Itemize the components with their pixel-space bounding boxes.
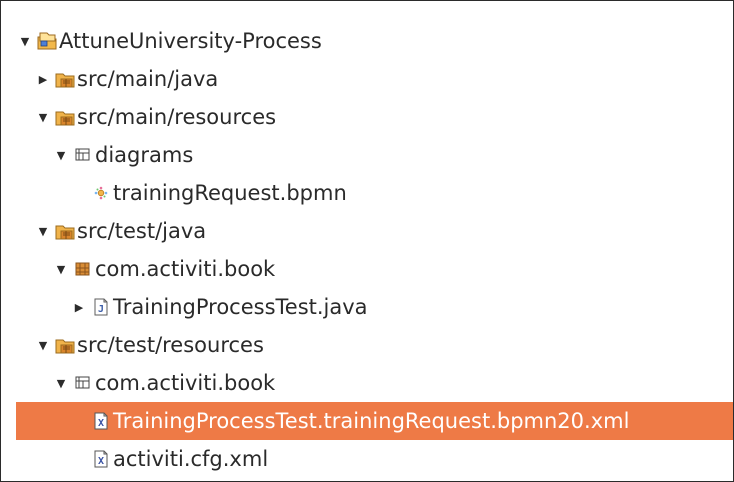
bpmn-file-icon [91,183,111,203]
tree-item-src-test-resources[interactable]: ▼ src/test/resources [1,326,733,364]
expand-toggle-icon[interactable]: ▼ [37,111,49,124]
tree-item-label: src/main/resources [77,104,277,129]
tree-item-training-process-test-java[interactable]: ▶ J TrainingProcessTest.java [1,288,733,326]
expand-toggle-icon[interactable]: ▼ [37,225,49,238]
tree-item-label: TrainingProcessTest.java [113,294,368,319]
expand-toggle-icon[interactable]: ▼ [37,339,49,352]
tree-item-label: com.activiti.book [95,256,276,281]
expand-toggle-icon[interactable]: ▼ [55,149,67,162]
source-folder-icon [55,221,75,241]
tree-item-label: com.activiti.book [95,370,276,395]
tree-item-label: src/test/resources [77,332,264,357]
tree-item-src-main-java[interactable]: ▶ src/main/java [1,60,733,98]
tree-item-src-main-resources[interactable]: ▼ src/main/resources [1,98,733,136]
tree-item-diagrams[interactable]: ▼ diagrams [1,136,733,174]
tree-item-training-process-test-xml[interactable]: X TrainingProcessTest.trainingRequest.bp… [16,402,733,440]
tree-item-label: trainingRequest.bpmn [113,180,347,205]
collapse-toggle-icon[interactable]: ▶ [73,301,85,314]
source-folder-icon [55,69,75,89]
source-folder-icon [55,107,75,127]
tree-item-label: src/test/java [77,218,207,243]
source-folder-icon [55,335,75,355]
tree-item-src-test-java[interactable]: ▼ src/test/java [1,212,733,250]
tree-item-label: diagrams [95,142,194,167]
tree-item-label: activiti.cfg.xml [113,446,269,471]
svg-text:X: X [98,418,104,429]
project-icon [37,31,57,51]
expand-toggle-icon[interactable]: ▼ [19,35,31,48]
tree-item-label: AttuneUniversity-Process [59,28,322,53]
package-icon [73,145,93,165]
svg-text:X: X [98,456,104,467]
xml-file-icon: X [91,411,111,431]
project-explorer-tree: ▼ AttuneUniversity-Process ▶ src/main/ja… [0,0,734,482]
tree-item-com-activiti-book-resources[interactable]: ▼ com.activiti.book [1,364,733,402]
svg-text:J: J [98,304,104,315]
collapse-toggle-icon[interactable]: ▶ [37,73,49,86]
tree-item-label: TrainingProcessTest.trainingRequest.bpmn… [113,408,630,433]
java-file-icon: J [91,297,111,317]
tree-item-com-activiti-book[interactable]: ▼ com.activiti.book [1,250,733,288]
package-icon [73,259,93,279]
package-icon [73,373,93,393]
expand-toggle-icon[interactable]: ▼ [55,263,67,276]
tree-item-label: src/main/java [77,66,219,91]
tree-item-training-request-bpmn[interactable]: trainingRequest.bpmn [1,174,733,212]
xml-file-icon: X [91,449,111,469]
expand-toggle-icon[interactable]: ▼ [55,377,67,390]
tree-item-activiti-cfg-xml[interactable]: X activiti.cfg.xml [1,440,733,478]
tree-item-project[interactable]: ▼ AttuneUniversity-Process [1,22,733,60]
